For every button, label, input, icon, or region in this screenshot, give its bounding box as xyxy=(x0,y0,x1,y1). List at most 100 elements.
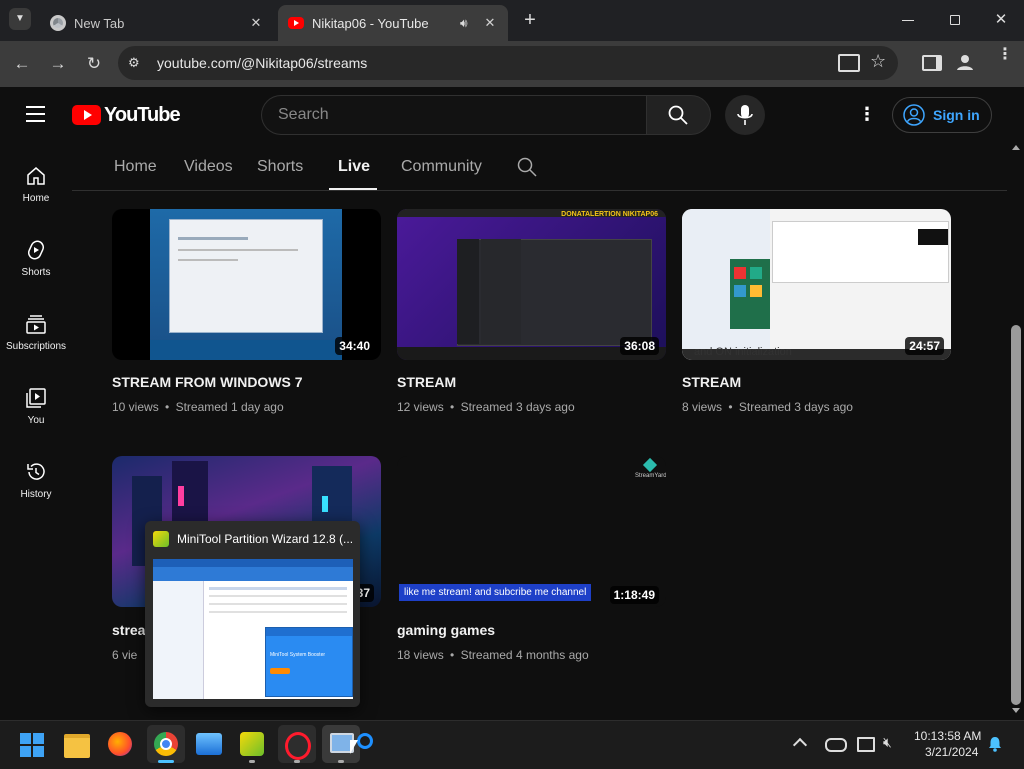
tab-home[interactable]: Home xyxy=(114,158,157,176)
scroll-up-arrow[interactable] xyxy=(1012,145,1020,150)
channel-search-icon[interactable] xyxy=(517,157,537,177)
chrome-menu-icon[interactable]: ⋮ xyxy=(997,47,1013,63)
ad-title: MiniTool System Booster xyxy=(270,652,326,658)
scrollbar-thumb[interactable] xyxy=(1011,325,1021,705)
install-app-icon[interactable] xyxy=(838,54,860,72)
tab-title: New Tab xyxy=(74,15,125,31)
file-explorer-icon[interactable] xyxy=(64,734,90,758)
video-views: 6 vie xyxy=(112,648,138,662)
guide-item-shorts[interactable]: Shorts xyxy=(0,239,72,278)
video-duration: 34:40 xyxy=(335,337,374,355)
guide-menu-icon[interactable] xyxy=(26,106,45,122)
video-metadata: 6 vie xyxy=(112,648,137,662)
volume-muted-icon[interactable]: 🔇︎ xyxy=(883,734,892,751)
guide-item-label: History xyxy=(20,489,52,500)
clock-time[interactable]: 10:13:58 AM xyxy=(914,729,981,743)
streamyard-badge: StreamYard xyxy=(635,473,666,479)
site-settings-icon[interactable]: ⚙︎ xyxy=(128,55,144,71)
audio-playing-icon[interactable]: 🔊︎ xyxy=(460,16,480,31)
youtube-logo-icon xyxy=(72,105,101,125)
guide-item-home[interactable]: Home xyxy=(0,165,72,204)
search-icon xyxy=(668,105,688,125)
guide-item-you[interactable]: You xyxy=(0,387,72,426)
url-text[interactable]: youtube.com/@Nikitap06/streams xyxy=(157,55,367,71)
video-metadata: 10 views • Streamed 1 day ago xyxy=(112,400,284,414)
tab-new-tab[interactable]: New Tab ✕ xyxy=(40,5,274,41)
profile-icon[interactable] xyxy=(956,53,974,71)
video-duration: 36:08 xyxy=(620,337,659,355)
guide-item-label: Shorts xyxy=(21,267,51,278)
minitool-running-indicator xyxy=(249,760,255,763)
video-thumbnail[interactable]: StreamYard like me stream! and subcribe … xyxy=(397,456,666,607)
microphone-icon xyxy=(737,105,753,125)
clock-date[interactable]: 3/21/2024 xyxy=(925,745,978,759)
video-duration: 1:18:49 xyxy=(609,586,659,604)
chrome-icon xyxy=(154,732,178,756)
taskbar-window-preview[interactable]: MiniTool Partition Wizard 12.8 (... Mini… xyxy=(145,521,360,707)
video-metadata: 12 views • Streamed 3 days ago xyxy=(397,400,575,414)
voice-search-button[interactable] xyxy=(725,95,765,135)
account-icon xyxy=(903,104,925,126)
restore-icon[interactable] xyxy=(950,15,960,25)
youtube-logo[interactable]: YouTube xyxy=(72,103,181,127)
guide-item-label: You xyxy=(27,415,45,426)
video-title[interactable]: gaming games xyxy=(397,622,495,638)
mouse-cursor-icon xyxy=(350,740,358,754)
tab-search-button[interactable]: ▼ xyxy=(9,8,31,30)
opera-icon xyxy=(285,732,311,760)
reload-icon[interactable]: ↻ xyxy=(82,52,106,76)
tab-live[interactable]: Live xyxy=(338,158,370,176)
side-panel-icon[interactable] xyxy=(922,55,942,71)
close-window-icon[interactable]: ✕ xyxy=(993,10,1009,30)
video-title[interactable]: STREAM FROM WINDOWS 7 xyxy=(112,374,303,390)
cloud-offline-icon[interactable] xyxy=(825,738,847,752)
back-icon[interactable]: ← xyxy=(10,52,34,76)
scroll-down-arrow[interactable] xyxy=(1012,708,1020,713)
tab-community[interactable]: Community xyxy=(401,158,482,176)
video-thumbnail[interactable]: 34:40 xyxy=(112,209,381,360)
notification-bell-icon[interactable] xyxy=(988,736,1002,752)
firefox-icon[interactable] xyxy=(108,732,132,756)
preview-thumbnail: MiniTool System Booster xyxy=(153,559,353,699)
display-icon[interactable] xyxy=(857,737,875,752)
bookmark-star-icon[interactable]: ☆ xyxy=(870,51,886,72)
tab-title: Nikitap06 - YouTube xyxy=(312,15,429,31)
video-streamed-time: Streamed 1 day ago xyxy=(175,400,284,414)
remote-app-running-indicator xyxy=(338,760,344,763)
video-thumbnail[interactable]: DONATALERTION NIKITAP06 36:08 xyxy=(397,209,666,360)
close-tab-icon[interactable]: ✕ xyxy=(480,15,500,31)
video-title[interactable]: STREAM xyxy=(397,374,456,390)
guide-item-history[interactable]: History xyxy=(0,461,72,500)
tabs-divider xyxy=(72,190,1007,191)
windows-start-icon[interactable] xyxy=(20,733,44,757)
meta-separator: • xyxy=(728,400,733,414)
video-title[interactable]: STREAM xyxy=(682,374,741,390)
streamyard-logo-icon xyxy=(642,457,658,473)
tab-youtube[interactable]: Nikitap06 - YouTube 🔊︎ ✕ xyxy=(278,5,508,41)
new-tab-button[interactable]: + xyxy=(520,9,540,31)
close-tab-icon[interactable]: ✕ xyxy=(246,15,266,31)
video-thumbnail[interactable]: and ON initialization 24:57 xyxy=(682,209,951,360)
video-overlay-text: DONATALERTION NIKITAP06 xyxy=(561,211,658,218)
tab-shorts[interactable]: Shorts xyxy=(257,158,303,176)
guide-item-label: Subscriptions xyxy=(5,341,67,352)
settings-menu-icon[interactable]: ⋮ xyxy=(858,104,876,125)
preview-window-title: MiniTool Partition Wizard 12.8 (... xyxy=(177,532,354,546)
guide-item-subscriptions[interactable]: Subscriptions xyxy=(0,313,72,352)
sign-in-button[interactable]: Sign in xyxy=(892,97,992,133)
forward-icon[interactable]: → xyxy=(46,52,70,76)
cortana-ring-icon[interactable] xyxy=(357,733,373,749)
minitool-taskbar-icon[interactable] xyxy=(240,732,264,756)
video-views: 18 views xyxy=(397,648,444,662)
subscriptions-icon xyxy=(26,315,46,334)
minimize-icon[interactable] xyxy=(902,20,914,21)
search-button[interactable] xyxy=(646,95,711,135)
photos-app-icon[interactable] xyxy=(196,733,222,755)
video-title[interactable]: strea xyxy=(112,622,145,638)
shorts-icon xyxy=(27,240,45,260)
video-duration: 24:57 xyxy=(905,337,944,355)
chrome-active-indicator xyxy=(158,760,174,763)
video-streamed-time: Streamed 4 months ago xyxy=(460,648,589,662)
chrome-icon xyxy=(50,15,66,31)
tab-videos[interactable]: Videos xyxy=(184,158,233,176)
